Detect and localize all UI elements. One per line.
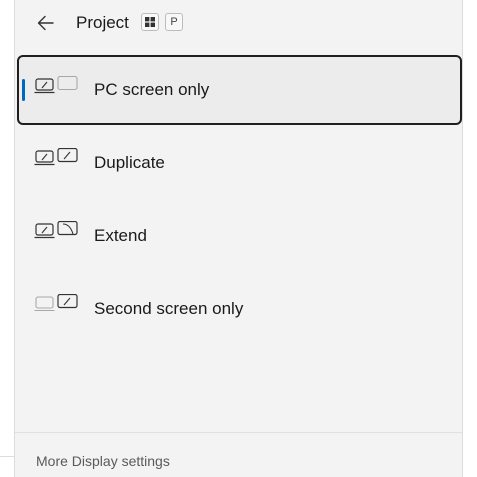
project-flyout: Project P PC screen only Duplicate Exten… xyxy=(14,0,463,477)
flyout-header: Project P xyxy=(15,0,462,46)
extend-icon xyxy=(34,221,78,239)
windows-logo-icon xyxy=(145,17,155,27)
back-button[interactable] xyxy=(35,12,57,34)
windows-key-badge xyxy=(141,13,159,31)
option-label: Duplicate xyxy=(94,153,165,172)
option-pc-screen-only[interactable]: PC screen only xyxy=(17,55,462,125)
pc-screen-only-icon xyxy=(34,76,78,94)
option-duplicate[interactable]: Duplicate xyxy=(17,128,462,198)
arrow-left-icon xyxy=(37,15,54,31)
divider xyxy=(0,456,14,457)
page: Project P PC screen only Duplicate Exten… xyxy=(0,0,477,477)
page-title: Project xyxy=(76,13,129,32)
option-extend[interactable]: Extend xyxy=(17,201,462,271)
more-display-settings-link[interactable]: More Display settings xyxy=(36,452,170,470)
footer-divider xyxy=(15,432,462,433)
option-label: PC screen only xyxy=(94,80,210,99)
p-key-label: P xyxy=(170,16,178,28)
option-second-screen-only[interactable]: Second screen only xyxy=(17,274,462,344)
p-key-badge: P xyxy=(165,13,183,31)
duplicate-icon xyxy=(34,148,78,166)
second-screen-only-icon xyxy=(34,294,78,312)
option-label: Second screen only xyxy=(94,299,244,318)
option-label: Extend xyxy=(94,226,147,245)
selection-indicator xyxy=(22,79,25,101)
